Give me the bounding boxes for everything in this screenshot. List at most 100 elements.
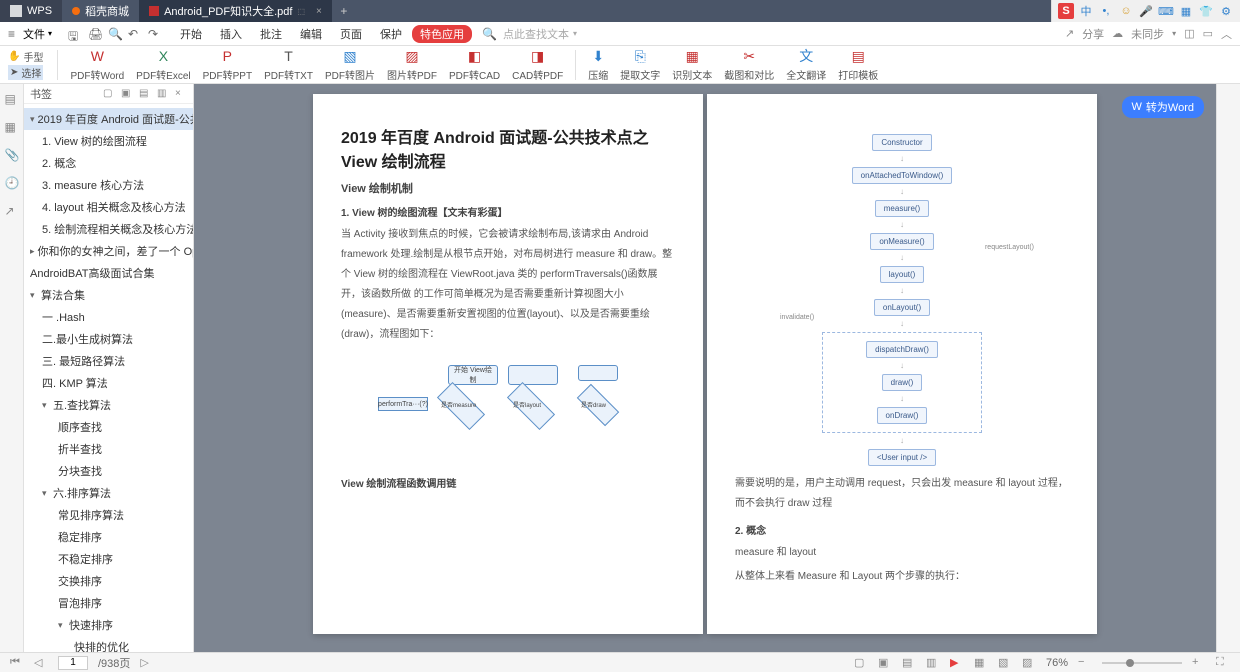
ime-emoji-icon[interactable]: ☺ bbox=[1118, 3, 1134, 19]
undo-icon[interactable]: ↶ bbox=[128, 27, 142, 41]
sb-view-1-icon[interactable]: ▢ bbox=[854, 656, 868, 670]
bookmark-item[interactable]: 折半查找 bbox=[24, 438, 193, 460]
ime-tools-icon[interactable]: 👕 bbox=[1198, 3, 1214, 19]
bookmark-arrow-icon[interactable]: ▾ bbox=[42, 488, 50, 499]
share-icon[interactable]: ↗ bbox=[1065, 27, 1074, 40]
sb-view-6-icon[interactable]: ▧ bbox=[998, 656, 1012, 670]
btn-pdf-to-word[interactable]: WPDF转Word bbox=[64, 47, 130, 82]
sb-view-5-icon[interactable]: ▦ bbox=[974, 656, 988, 670]
bookmark-item[interactable]: 冒泡排序 bbox=[24, 592, 193, 614]
btn-screenshot[interactable]: ✂截图和对比 bbox=[718, 47, 780, 82]
save-icon[interactable]: 🖫 bbox=[68, 27, 82, 41]
bookmark-item[interactable]: 二.最小生成树算法 bbox=[24, 328, 193, 350]
btn-extract-text[interactable]: ⎘提取文字 bbox=[614, 47, 666, 82]
mode-select[interactable]: ➤ 选择 bbox=[8, 65, 43, 80]
sb-fit-icon[interactable]: ⛶ bbox=[1216, 656, 1230, 670]
bookmark-arrow-icon[interactable]: ▸ bbox=[30, 246, 35, 257]
btn-ocr[interactable]: ▦识别文本 bbox=[666, 47, 718, 82]
rail-bookmark-icon[interactable]: ▤ bbox=[5, 92, 19, 106]
menubar-icon-2[interactable]: ▭ bbox=[1203, 27, 1213, 40]
bookmark-arrow-icon[interactable]: ▾ bbox=[58, 620, 66, 631]
bookmark-item[interactable]: 3. measure 核心方法 bbox=[24, 174, 193, 196]
menubar-collapse-icon[interactable]: ︿ bbox=[1221, 26, 1232, 42]
sync-dropdown-icon[interactable]: ▾ bbox=[1172, 29, 1176, 38]
btn-img-to-pdf[interactable]: ▨图片转PDF bbox=[381, 47, 443, 82]
bm-icon-2[interactable]: ▣ bbox=[121, 88, 133, 100]
bookmark-item[interactable]: AndroidBAT高级面试合集 bbox=[24, 262, 193, 284]
rail-export-icon[interactable]: ↗ bbox=[5, 204, 19, 218]
bookmark-item[interactable]: 4. layout 相关概念及核心方法 bbox=[24, 196, 193, 218]
btn-pdf-to-excel[interactable]: XPDF转Excel bbox=[130, 47, 196, 82]
sb-view-3-icon[interactable]: ▤ bbox=[902, 656, 916, 670]
bookmark-item[interactable]: ▾五.查找算法 bbox=[24, 394, 193, 416]
sb-play-icon[interactable]: ▶ bbox=[950, 656, 964, 670]
rail-history-icon[interactable]: 🕘 bbox=[5, 176, 19, 190]
btn-print-template[interactable]: ▤打印模板 bbox=[832, 47, 884, 82]
ime-skin-icon[interactable]: ▦ bbox=[1178, 3, 1194, 19]
zoom-slider[interactable] bbox=[1102, 662, 1182, 664]
bookmark-item[interactable]: 不稳定排序 bbox=[24, 548, 193, 570]
bookmark-arrow-icon[interactable]: ▾ bbox=[30, 114, 35, 125]
ime-sogou-icon[interactable]: S bbox=[1058, 3, 1074, 19]
file-menu[interactable]: 文件 ▾ bbox=[17, 24, 58, 44]
bookmark-item[interactable]: ▾算法合集 bbox=[24, 284, 193, 306]
app-menu-icon[interactable]: ≡ bbox=[8, 27, 15, 41]
convert-to-word-button[interactable]: W 转为Word bbox=[1122, 96, 1204, 118]
tab-dropdown-icon[interactable]: ⬚ bbox=[297, 7, 305, 16]
menu-protect[interactable]: 保护 bbox=[372, 24, 410, 44]
bookmark-item[interactable]: 5. 绘制流程相关概念及核心方法 bbox=[24, 218, 193, 240]
bookmark-item[interactable]: 2. 概念 bbox=[24, 152, 193, 174]
sb-view-2-icon[interactable]: ▣ bbox=[878, 656, 892, 670]
sync-label[interactable]: 未同步 bbox=[1131, 26, 1164, 42]
close-tab-icon[interactable]: × bbox=[316, 6, 322, 17]
bookmark-item[interactable]: 顺序查找 bbox=[24, 416, 193, 438]
menu-page[interactable]: 页面 bbox=[332, 24, 370, 44]
ime-mic-icon[interactable]: 🎤 bbox=[1138, 3, 1154, 19]
btn-pdf-to-txt[interactable]: TPDF转TXT bbox=[258, 47, 319, 82]
btn-pdf-to-cad[interactable]: ◧PDF转CAD bbox=[443, 47, 506, 82]
sb-nav-prev-icon[interactable]: ◁ bbox=[34, 656, 48, 670]
bookmark-arrow-icon[interactable]: ▾ bbox=[30, 290, 38, 301]
btn-pdf-to-img[interactable]: ▧PDF转图片 bbox=[319, 47, 381, 82]
btn-translate[interactable]: 文全文翻译 bbox=[780, 47, 832, 82]
mode-hand[interactable]: ✋ 手型 bbox=[8, 49, 43, 64]
new-tab-button[interactable]: + bbox=[332, 4, 356, 18]
menu-start[interactable]: 开始 bbox=[172, 24, 210, 44]
search-icon[interactable]: 🔍 bbox=[482, 27, 497, 41]
bookmark-item[interactable]: 快排的优化 bbox=[24, 636, 193, 652]
ime-lang-icon[interactable]: 中 bbox=[1078, 3, 1094, 19]
bookmark-item[interactable]: 一 .Hash bbox=[24, 306, 193, 328]
bookmark-arrow-icon[interactable]: ▾ bbox=[42, 400, 50, 411]
bookmark-item[interactable]: ▾六.排序算法 bbox=[24, 482, 193, 504]
sb-view-7-icon[interactable]: ▨ bbox=[1022, 656, 1036, 670]
bookmark-item[interactable]: ▸你和你的女神之间，差了一个 Open... bbox=[24, 240, 193, 262]
search-placeholder[interactable]: 点此查找文本 bbox=[503, 26, 569, 42]
menu-insert[interactable]: 插入 bbox=[212, 24, 250, 44]
bm-icon-3[interactable]: ▤ bbox=[139, 88, 151, 100]
btn-cad-to-pdf[interactable]: ◨CAD转PDF bbox=[506, 47, 569, 82]
tab-store[interactable]: 稻壳商城 bbox=[62, 0, 139, 22]
bookmark-item[interactable]: 四. KMP 算法 bbox=[24, 372, 193, 394]
share-label[interactable]: 分享 bbox=[1082, 26, 1104, 42]
document-area[interactable]: 2019 年百度 Android 面试题-公共技术点之 View 绘制流程 Vi… bbox=[194, 84, 1216, 652]
bookmark-item[interactable]: 1. View 树的绘图流程 bbox=[24, 130, 193, 152]
sb-nav-next-icon[interactable]: ▷ bbox=[140, 656, 154, 670]
bookmark-item[interactable]: 分块查找 bbox=[24, 460, 193, 482]
bookmark-item[interactable]: 交换排序 bbox=[24, 570, 193, 592]
bm-close-icon[interactable]: × bbox=[175, 88, 187, 100]
ime-punct-icon[interactable]: •, bbox=[1098, 3, 1114, 19]
bm-icon-1[interactable]: ▢ bbox=[103, 88, 115, 100]
search-dropdown-icon[interactable]: ▾ bbox=[573, 29, 577, 38]
page-number-input[interactable] bbox=[58, 656, 88, 670]
menu-featured[interactable]: 特色应用 bbox=[412, 25, 472, 43]
print-icon[interactable]: 🖨 bbox=[88, 27, 102, 41]
sync-icon[interactable]: ☁ bbox=[1112, 27, 1123, 40]
ime-keyboard-icon[interactable]: ⌨ bbox=[1158, 3, 1174, 19]
zoom-out-icon[interactable]: − bbox=[1078, 656, 1092, 670]
bookmark-item[interactable]: ▾2019 年百度 Android 面试题-公共... bbox=[24, 108, 193, 130]
menubar-icon-1[interactable]: ◫ bbox=[1184, 27, 1194, 40]
bookmark-tree[interactable]: ▾2019 年百度 Android 面试题-公共...1. View 树的绘图流… bbox=[24, 104, 193, 652]
btn-compress[interactable]: ⬇压缩 bbox=[582, 47, 614, 82]
menu-edit[interactable]: 编辑 bbox=[292, 24, 330, 44]
ime-settings-icon[interactable]: ⚙ bbox=[1218, 3, 1234, 19]
